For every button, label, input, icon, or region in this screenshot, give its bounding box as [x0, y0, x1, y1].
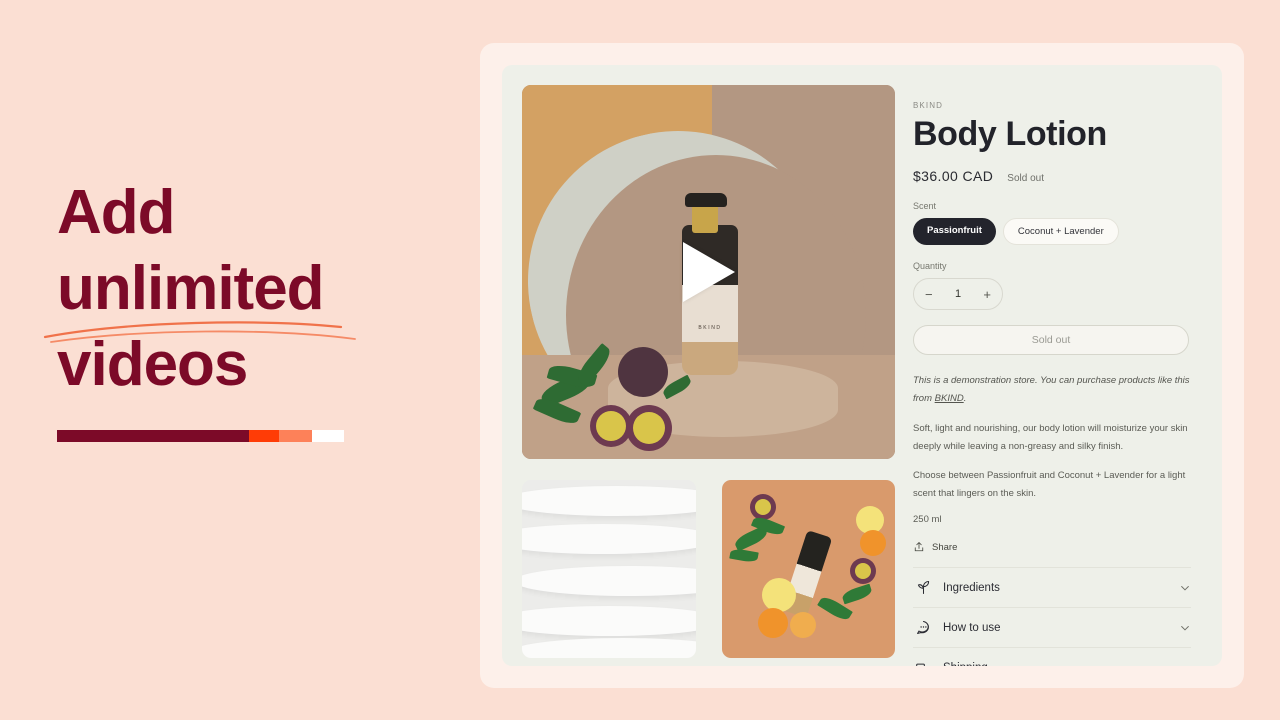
scent-option-passionfruit[interactable]: Passionfruit — [913, 218, 996, 245]
bkind-link[interactable]: BKIND — [935, 393, 964, 404]
product-panel: BKIND BKIND Body Lotion $36.00 CAD Sold … — [502, 65, 1222, 666]
video-bottle-label: BKIND — [698, 325, 722, 331]
accordion-item-ingredients[interactable]: Ingredients — [913, 568, 1191, 608]
price-row: $36.00 CAD Sold out — [913, 168, 1204, 184]
quantity-label: Quantity — [913, 261, 947, 271]
accordion-label: Shipping — [943, 662, 1168, 667]
progress-segment-3 — [279, 430, 312, 442]
product-price: $36.00 CAD — [913, 168, 994, 184]
accordion-item-shipping[interactable]: Shipping — [913, 648, 1191, 666]
demo-notice-period: . — [963, 393, 967, 404]
scent-option-coconut-lavender[interactable]: Coconut + Lavender — [1002, 218, 1119, 245]
product-accordion: Ingredients How to use — [913, 567, 1191, 666]
promo-panel: Add unlimited videos — [43, 175, 417, 403]
scent-options: Passionfruit Coconut + Lavender — [913, 218, 1204, 245]
product-vendor: BKIND — [913, 101, 943, 110]
share-label: Share — [932, 541, 958, 553]
scent-label: Scent — [913, 201, 937, 211]
promo-heading-line-2: unlimited — [43, 251, 356, 343]
play-button-icon[interactable] — [682, 242, 735, 302]
thumbnail-list — [522, 480, 895, 658]
leaf-icon — [917, 581, 930, 594]
chevron-down-icon — [1181, 625, 1189, 631]
product-description-1: Soft, light and nourishing, our body lot… — [913, 423, 1188, 452]
chat-bubble-icon — [917, 621, 929, 634]
availability-badge: Sold out — [1007, 173, 1044, 184]
promo-heading-line-2-text: unlimited — [57, 254, 325, 323]
video-passionfruit-pulp-1 — [596, 411, 626, 441]
truck-icon — [916, 663, 925, 666]
promo-heading: Add unlimited videos — [43, 175, 417, 403]
video-passionfruit-whole — [618, 347, 668, 397]
product-size: 250 ml — [913, 514, 942, 525]
video-bottle-pump-head — [685, 193, 727, 207]
product-description-2: Choose between Passionfruit and Coconut … — [913, 470, 1186, 499]
video-passionfruit-pulp-2 — [633, 412, 665, 444]
quantity-increase-button[interactable]: + — [983, 288, 991, 301]
progress-segment-4 — [312, 430, 344, 442]
share-icon — [914, 542, 924, 552]
product-video[interactable]: BKIND — [522, 85, 895, 459]
chevron-down-icon — [1181, 665, 1189, 666]
share-button[interactable]: Share — [913, 541, 1204, 553]
progress-segment-1 — [57, 430, 249, 442]
page-title: Body Lotion — [913, 115, 1107, 153]
quantity-value[interactable]: 1 — [955, 288, 961, 300]
accordion-label: Ingredients — [943, 581, 1000, 594]
promo-heading-line-3: videos — [57, 330, 248, 399]
thumbnail-cream-texture[interactable] — [522, 480, 696, 658]
product-info-column: BKIND Body Lotion $36.00 CAD Sold out Sc… — [913, 85, 1204, 666]
promo-heading-line-1: Add — [57, 178, 176, 247]
progress-segment-2 — [249, 430, 279, 442]
chevron-down-icon — [1181, 585, 1189, 591]
product-media-column: BKIND — [522, 85, 895, 666]
thumbnail-flat-lay[interactable] — [721, 480, 895, 658]
demo-store-notice: This is a demonstration store. You can p… — [913, 372, 1191, 408]
quantity-decrease-button[interactable]: − — [925, 288, 933, 301]
product-card: BKIND BKIND Body Lotion $36.00 CAD Sold … — [480, 43, 1244, 688]
add-to-cart-button[interactable]: Sold out — [913, 325, 1189, 355]
accordion-item-how-to-use[interactable]: How to use — [913, 608, 1191, 648]
quantity-stepper[interactable]: − 1 + — [913, 278, 1003, 310]
accordion-label: How to use — [943, 621, 1001, 634]
progress-bar[interactable] — [57, 430, 344, 442]
